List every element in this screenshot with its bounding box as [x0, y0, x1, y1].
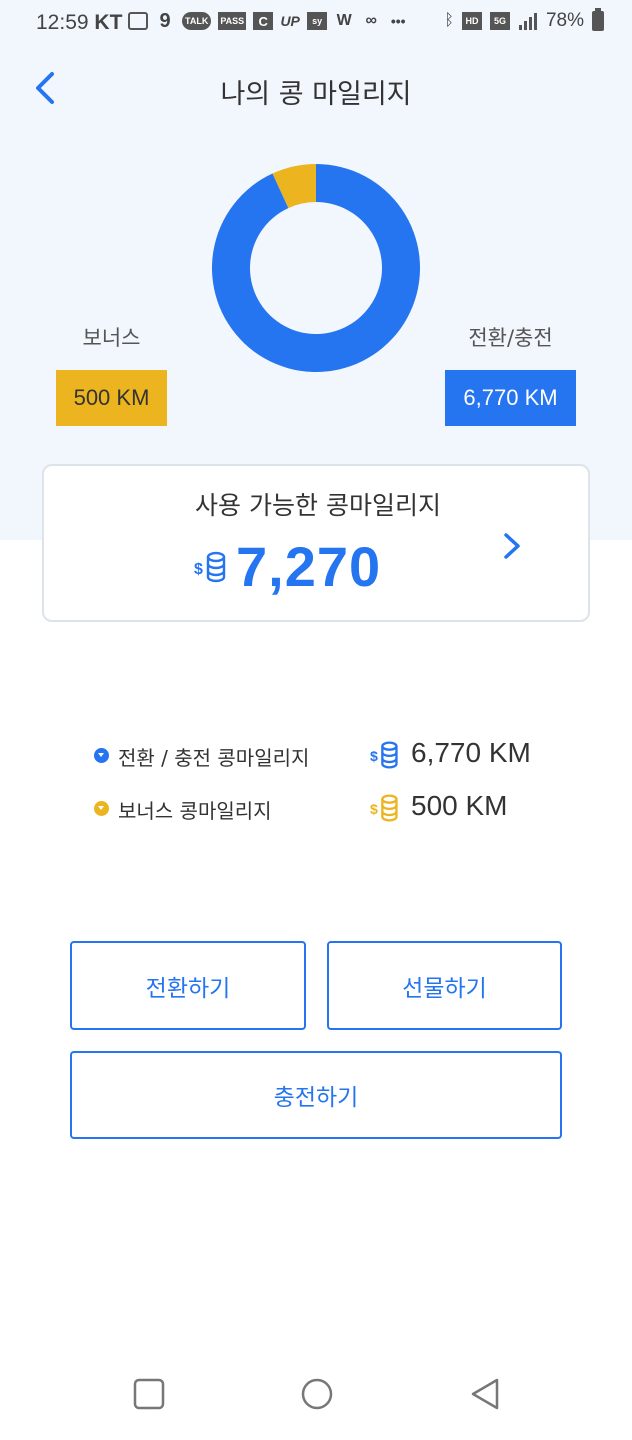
chevron-right-icon — [504, 533, 520, 559]
svg-text:$: $ — [370, 748, 378, 764]
breakdown-row-charge: 전환 / 충전 콩마일리지 $ 6,770 KM — [94, 736, 554, 776]
back-nav-button[interactable] — [465, 1374, 505, 1414]
5g-icon: 5G — [489, 12, 510, 30]
hd-icon: HD — [461, 12, 482, 30]
w-icon: W — [336, 12, 352, 29]
battery-percent: 78% — [545, 10, 584, 31]
talk-icon: TALK — [182, 12, 212, 30]
notification-icons: 9 TALK PASS C UP sy W ∞ ••• — [128, 10, 408, 32]
gift-button[interactable]: 선물하기 — [327, 941, 562, 1030]
c-icon: C — [253, 12, 274, 30]
home-button[interactable] — [297, 1374, 337, 1414]
coin-stack-icon: $ — [370, 741, 398, 769]
available-amount: 7,270 — [236, 535, 382, 598]
breakdown-value: 6,770 KM — [411, 737, 531, 768]
convert-button[interactable]: 전환하기 — [70, 941, 306, 1030]
navigation-bar — [0, 1360, 632, 1440]
dropdown-dot-icon — [94, 801, 109, 816]
charge-label: 전환/충전 — [468, 326, 553, 350]
signal-icon — [518, 13, 537, 30]
available-title: 사용 가능한 콩마일리지 — [195, 491, 441, 520]
system-icons: ᛒ HD 5G 78% — [444, 8, 604, 32]
page-title: 나의 콩 마일리지 — [220, 79, 412, 110]
bonus-summary: 보너스 500 KM — [56, 322, 167, 426]
breakdown-label: 전환 / 충전 콩마일리지 — [118, 746, 310, 770]
status-time: 12:59 KT — [36, 11, 123, 34]
available-mileage-card[interactable]: 사용 가능한 콩마일리지 $ 7,270 — [42, 464, 590, 622]
bonus-label: 보너스 — [82, 326, 141, 350]
dropdown-dot-icon — [94, 748, 109, 763]
status-bar: 12:59 KT 9 TALK PASS C UP sy W ∞ ••• ᛒ H… — [0, 0, 632, 46]
mileage-donut-chart — [212, 164, 420, 372]
coin-stack-icon: $ — [370, 794, 398, 822]
charge-summary: 전환/충전 6,770 KM — [445, 322, 576, 426]
svg-text:$: $ — [370, 801, 378, 817]
up-icon: UP — [280, 13, 300, 29]
chat-icon — [128, 10, 148, 32]
breakdown-row-bonus: 보너스 콩마일리지 $ 500 KM — [94, 789, 554, 829]
charge-button[interactable]: 충전하기 — [70, 1051, 562, 1139]
battery-icon — [592, 8, 604, 31]
more-icon: ••• — [390, 13, 406, 29]
charge-value: 6,770 KM — [445, 370, 576, 426]
bonus-value: 500 KM — [56, 370, 167, 426]
link-icon: ∞ — [365, 12, 377, 29]
bluetooth-icon: ᛒ — [444, 12, 454, 29]
donut-slice-charge — [212, 164, 420, 372]
sy-icon: sy — [307, 12, 328, 30]
coin-stack-icon: $ — [194, 551, 226, 583]
svg-text:$: $ — [194, 561, 203, 578]
g-icon: 9 — [159, 9, 171, 32]
breakdown-value: 500 KM — [411, 790, 508, 821]
pass-icon: PASS — [218, 12, 247, 30]
breakdown-label: 보너스 콩마일리지 — [118, 799, 272, 823]
recent-apps-button[interactable] — [129, 1374, 169, 1414]
